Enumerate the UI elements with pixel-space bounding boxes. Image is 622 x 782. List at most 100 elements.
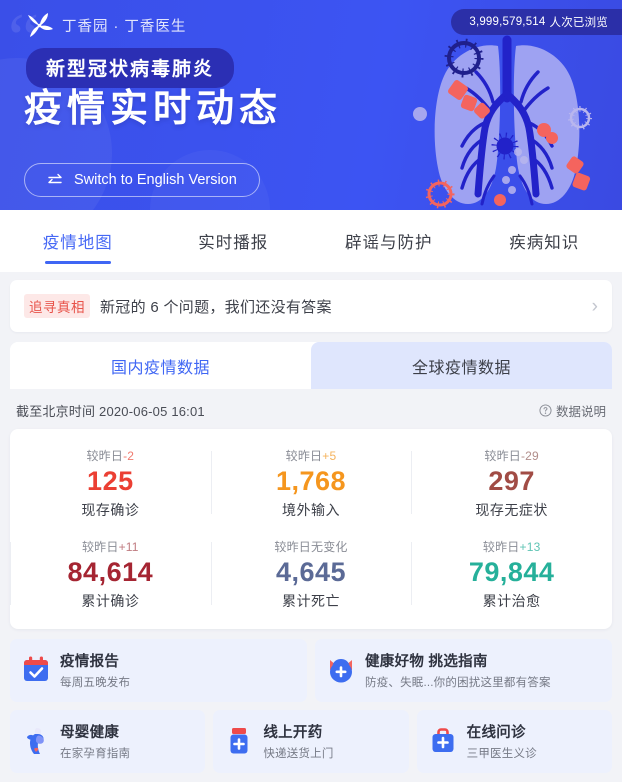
- view-count-badge: 3,999,579,514 人次已浏览: [451, 9, 622, 35]
- service-card-health-goods[interactable]: 健康好物 挑选指南 防疫、失眠...你的困扰这里都有答案: [315, 638, 612, 702]
- pregnant-woman-icon: [27, 728, 44, 754]
- medicine-bottle-icon: [230, 728, 248, 754]
- stat-delta-value: +13: [519, 539, 541, 554]
- stat-label: 现存确诊: [81, 501, 140, 518]
- stat-delta-label: 较昨日: [285, 449, 323, 463]
- stat-current-confirmed[interactable]: 较昨日-2 125 现存确诊: [10, 437, 211, 528]
- stat-delta-label: 较昨日: [81, 539, 119, 554]
- stats-grid: 较昨日-2 125 现存确诊 较昨日+5 1,768 境外输入 较昨日-29 2…: [10, 437, 612, 619]
- stat-delta: 较昨日无变化: [215, 538, 408, 555]
- service-card-text: 线上开药 快递送货上门: [263, 721, 333, 761]
- stat-value: 79,844: [468, 556, 555, 587]
- service-card-text: 健康好物 挑选指南 防疫、失眠...你的困扰这里都有答案: [365, 650, 551, 690]
- service-card-title: 线上开药: [263, 725, 323, 741]
- nav-item-label: 实时播报: [198, 234, 269, 252]
- data-panel: 国内疫情数据 全球疫情数据: [10, 342, 612, 389]
- tab-label: 全球疫情数据: [411, 359, 511, 377]
- page-title: 疫情实时动态: [24, 88, 283, 130]
- service-row-1: 疫情报告 每周五晚发布 健康好物 挑选指南 防疫、失眠...你的困扰这里都有答案: [10, 638, 612, 702]
- service-card-online-prescription[interactable]: 线上开药 快递送货上门: [213, 709, 409, 773]
- nav-item-rumors[interactable]: 辟谣与防护: [311, 210, 467, 272]
- stat-value: 297: [488, 466, 535, 496]
- data-meta-row: 截至北京时间 2020-06-05 16:01 数据说明: [10, 389, 612, 429]
- view-count-number: 3,999,579,514: [469, 16, 546, 28]
- data-panel-tabs: 国内疫情数据 全球疫情数据: [10, 342, 612, 389]
- service-card-title: 母婴健康: [60, 725, 120, 741]
- disease-tag: 新型冠状病毒肺炎: [26, 48, 235, 88]
- tab-global-data[interactable]: 全球疫情数据: [311, 342, 612, 389]
- stat-delta-label: 较昨日: [484, 449, 521, 463]
- nav-item-knowledge[interactable]: 疾病知识: [467, 210, 622, 272]
- site-logo[interactable]: 丁香园 · 丁香医生: [26, 12, 186, 38]
- hero-banner: “ 3,999,579,514 人次已浏览 丁香园 · 丁香医生 新型冠状病毒肺…: [0, 0, 622, 210]
- stat-delta: 较昨日+11: [14, 538, 207, 555]
- swap-arrows-icon: [48, 173, 62, 184]
- tab-label: 国内疫情数据: [110, 359, 210, 377]
- stat-total-confirmed[interactable]: 较昨日+11 84,614 累计确诊: [10, 528, 211, 619]
- stat-label: 现存无症状: [475, 501, 548, 518]
- stat-delta-value: -29: [520, 449, 539, 463]
- stat-delta-label: 较昨日: [86, 449, 124, 463]
- tab-domestic-data[interactable]: 国内疫情数据: [10, 342, 311, 389]
- lungs-illustration: [413, 29, 592, 209]
- main-nav: 疫情地图 实时播报 辟谣与防护 疾病知识: [0, 210, 622, 272]
- nav-item-label: 疾病知识: [509, 234, 580, 252]
- logo-text: 丁香园 · 丁香医生: [62, 18, 187, 35]
- nav-item-map[interactable]: 疫情地图: [0, 210, 156, 272]
- stat-delta: 较昨日-2: [14, 447, 207, 464]
- stat-asymptomatic[interactable]: 较昨日-29 297 现存无症状: [411, 437, 612, 528]
- calendar-check-icon: [24, 656, 48, 681]
- service-card-online-consultation[interactable]: 在线问诊 三甲医生义诊: [416, 709, 612, 773]
- stat-value: 4,645: [275, 556, 347, 587]
- stat-total-deaths[interactable]: 较昨日无变化 4,645 累计死亡: [210, 528, 412, 619]
- stat-label: 累计死亡: [281, 592, 340, 609]
- view-count-label: 人次已浏览: [549, 17, 608, 29]
- nav-item-label: 辟谣与防护: [345, 234, 433, 252]
- stat-delta-value: +5: [322, 449, 337, 463]
- stat-value: 1,768: [275, 466, 347, 496]
- stat-delta-label: 较昨日: [482, 539, 520, 554]
- service-card-subtitle: 在家孕育指南: [60, 748, 131, 760]
- stat-imported[interactable]: 较昨日+5 1,768 境外输入: [210, 437, 412, 528]
- stat-label: 累计确诊: [81, 592, 140, 609]
- stat-total-recovered[interactable]: 较昨日+13 79,844 累计治愈: [411, 528, 612, 619]
- truth-banner[interactable]: 追寻真相 新冠的 6 个问题，我们还没有答案 ›: [10, 280, 612, 332]
- service-card-subtitle: 三甲医生义诊: [466, 748, 537, 760]
- medical-bag-icon: [432, 728, 454, 752]
- service-card-maternal-health[interactable]: 母婴健康 在家孕育指南: [10, 709, 206, 773]
- data-explanation-button[interactable]: 数据说明: [539, 401, 606, 420]
- stat-delta: 较昨日-29: [415, 447, 608, 464]
- stat-delta-value: +11: [118, 539, 139, 554]
- content-area: 追寻真相 新冠的 6 个问题，我们还没有答案 › 国内疫情数据 全球疫情数据 截…: [0, 280, 622, 773]
- service-card-subtitle: 快递送货上门: [263, 748, 334, 760]
- service-card-title: 健康好物 挑选指南: [365, 654, 488, 670]
- page-root: “ 3,999,579,514 人次已浏览 丁香园 · 丁香医生 新型冠状病毒肺…: [0, 0, 622, 782]
- stat-value: 84,614: [67, 556, 154, 587]
- stat-delta-value: -2: [123, 449, 135, 463]
- service-card-title: 疫情报告: [60, 654, 120, 670]
- service-card-subtitle: 防疫、失眠...你的困扰这里都有答案: [365, 677, 551, 689]
- stat-delta: 较昨日+13: [415, 538, 608, 555]
- question-circle-icon: [539, 404, 552, 417]
- service-card-title: 在线问诊: [466, 725, 526, 741]
- nav-item-live[interactable]: 实时播报: [156, 210, 312, 272]
- stat-delta-label: 较昨日无变化: [274, 539, 348, 554]
- stat-label: 累计治愈: [482, 592, 541, 609]
- data-explanation-label: 数据说明: [555, 405, 606, 419]
- nav-item-label: 疫情地图: [42, 234, 113, 252]
- stat-value: 125: [87, 466, 134, 496]
- service-card-epidemic-report[interactable]: 疫情报告 每周五晚发布: [10, 638, 307, 702]
- data-timestamp: 截至北京时间 2020-06-05 16:01: [16, 404, 205, 419]
- truth-banner-text: 新冠的 6 个问题，我们还没有答案: [100, 298, 332, 316]
- service-cards: 疫情报告 每周五晚发布 健康好物 挑选指南 防疫、失眠...你的困扰这里都有答案…: [10, 638, 612, 773]
- service-card-text: 在线问诊 三甲医生义诊: [467, 721, 537, 761]
- switch-language-button[interactable]: Switch to English Version: [24, 163, 260, 197]
- truth-banner-tag: 追寻真相: [24, 294, 90, 318]
- switch-language-label: Switch to English Version: [74, 172, 237, 188]
- service-card-subtitle: 每周五晚发布: [60, 677, 131, 689]
- service-card-text: 疫情报告 每周五晚发布: [60, 650, 130, 690]
- clover-leaf-icon: [28, 13, 53, 37]
- chevron-right-icon: ›: [591, 295, 598, 317]
- stat-delta: 较昨日+5: [215, 447, 408, 464]
- service-row-2: 母婴健康 在家孕育指南 线上开药 快递送货上门 在线问诊 三甲医生义诊: [10, 709, 612, 773]
